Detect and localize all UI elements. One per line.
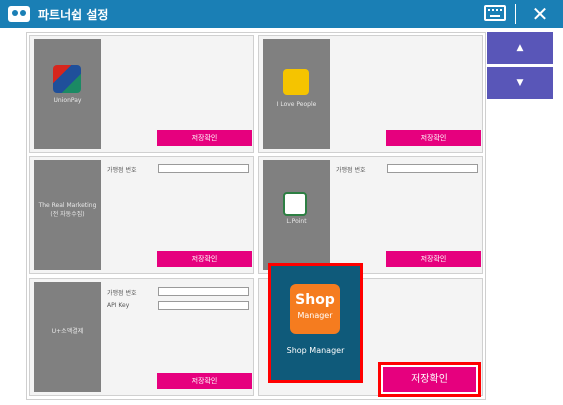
shop-logo-line1: Shop (295, 292, 335, 308)
partnership-settings-window: 파트너쉽 설정 ✕ UnionPay 저장확인 I Love People 저장… (0, 0, 563, 405)
save-button-label: 저장확인 (383, 367, 476, 392)
merchant-number-label: 가맹점 번호 (336, 167, 366, 174)
merchant-number-label: 가맹점 번호 (107, 290, 137, 297)
partner-thumbnail: U+소액결제 (34, 282, 101, 392)
save-button[interactable]: 저장확인 (157, 130, 252, 146)
handshake-icon (8, 6, 30, 22)
partner-name: L.Point (286, 218, 307, 225)
partner-thumbnail: UnionPay (34, 39, 101, 149)
partner-card-unionpay: UnionPay 저장확인 (29, 35, 254, 153)
save-button[interactable]: 저장확인 (157, 251, 252, 267)
shop-manager-tile[interactable]: Shop Manager Shop Manager (268, 263, 363, 383)
window-title: 파트너쉽 설정 (38, 8, 109, 22)
partner-list-panel: UnionPay 저장확인 I Love People 저장확인 The Rea… (26, 32, 486, 400)
title-separator (515, 4, 516, 24)
unionpay-logo (53, 65, 81, 93)
save-button[interactable]: 저장확인 (157, 373, 252, 389)
shop-manager-logo: Shop Manager (290, 284, 340, 334)
partner-name: I Love People (276, 101, 317, 108)
scroll-down-button[interactable]: ▼ (487, 67, 553, 99)
partner-card-ilovepeople: I Love People 저장확인 (258, 35, 483, 153)
partner-thumbnail: I Love People (263, 39, 330, 149)
partner-thumbnail: The Real Marketing (전 자동수집) (34, 160, 101, 270)
partner-name: U+소액결제 (51, 328, 84, 335)
scroll-up-button[interactable]: ▲ (487, 32, 553, 64)
shop-logo-line2: Manager (297, 311, 333, 320)
title-bar: 파트너쉽 설정 ✕ (0, 0, 563, 28)
merchant-number-input[interactable] (387, 164, 478, 173)
api-key-label: API Key (107, 302, 130, 309)
merchant-number-label: 가맹점 번호 (107, 167, 137, 174)
close-icon[interactable]: ✕ (528, 2, 552, 26)
partner-name: The Real Marketing (전 자동수집) (38, 202, 97, 218)
save-button[interactable]: 저장확인 (386, 130, 481, 146)
partner-card-uplus: U+소액결제 가맹점 번호 API Key 저장확인 (29, 278, 254, 396)
lpoint-logo (283, 192, 307, 216)
partner-card-lpoint: L.Point 가맹점 번호 저장확인 (258, 156, 483, 274)
ilovepeople-logo (283, 69, 309, 95)
merchant-number-input[interactable] (158, 164, 249, 173)
partner-thumbnail: L.Point (263, 160, 330, 270)
partner-name: UnionPay (53, 97, 82, 104)
partner-card-therealmarketing: The Real Marketing (전 자동수집) 가맹점 번호 저장확인 (29, 156, 254, 274)
merchant-number-input[interactable] (158, 287, 249, 296)
api-key-input[interactable] (158, 301, 249, 310)
partner-name: Shop Manager (286, 346, 345, 355)
save-button[interactable]: 저장확인 (386, 251, 481, 267)
keyboard-icon[interactable] (484, 5, 506, 21)
shop-manager-save-button[interactable]: 저장확인 (378, 362, 481, 397)
